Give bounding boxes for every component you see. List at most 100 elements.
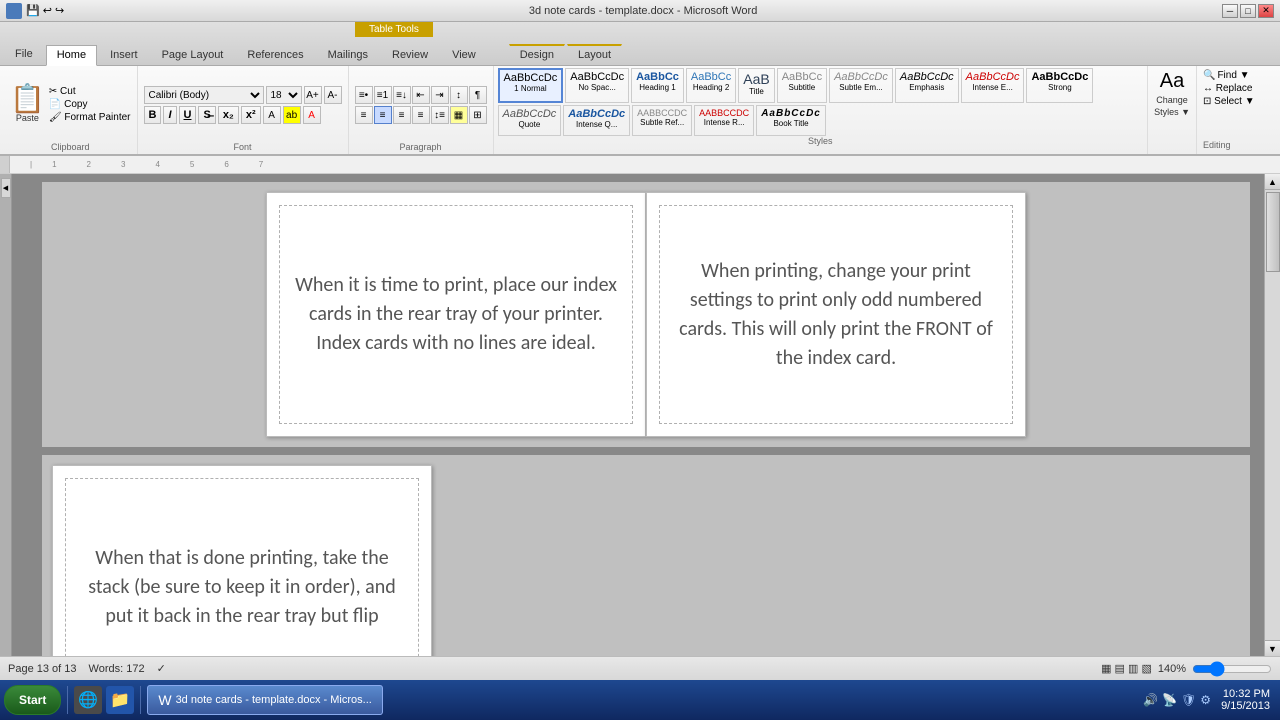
show-formatting-button[interactable]: ¶ xyxy=(469,86,487,104)
word-icon xyxy=(6,3,22,19)
style-intense-r[interactable]: AaBbCcDc Intense R... xyxy=(694,105,754,136)
copy-button[interactable]: 📄 Copy xyxy=(49,99,131,110)
style-heading2[interactable]: AaBbCc Heading 2 xyxy=(686,68,736,103)
title-bar: 💾 ↩ ↪ 3d note cards - template.docx - Mi… xyxy=(0,0,1280,22)
font-grow-button[interactable]: A+ xyxy=(304,86,322,104)
align-right-button[interactable]: ≡ xyxy=(393,106,411,124)
increase-indent-button[interactable]: ⇥ xyxy=(431,86,449,104)
numbering-button[interactable]: ≡1 xyxy=(374,86,392,104)
taskbar-word-item[interactable]: W 3d note cards - template.docx - Micros… xyxy=(147,685,382,715)
index-card-1: When it is time to print, place our inde… xyxy=(266,192,646,437)
status-right: ▦ ▤ ▥ ▧ 140% xyxy=(1101,662,1272,676)
format-painter-button[interactable]: 🖌 Format Painter xyxy=(49,112,131,123)
subscript-button[interactable]: x₂ xyxy=(218,106,239,124)
underline-button[interactable]: U xyxy=(179,106,197,124)
scroll-down-button[interactable]: ▼ xyxy=(1265,640,1280,656)
tray-icon-2[interactable]: 📡 xyxy=(1162,693,1177,707)
font-name-select[interactable]: Calibri (Body) xyxy=(144,86,264,104)
style-emphasis[interactable]: AaBbCcDc Emphasis xyxy=(895,68,959,103)
tab-layout[interactable]: Layout xyxy=(567,44,622,65)
clipboard-label: Clipboard xyxy=(51,142,90,152)
margin-control[interactable]: ◀ xyxy=(1,178,11,198)
taskbar-folder-icon[interactable]: 📁 xyxy=(106,686,134,714)
align-left-button[interactable]: ≡ xyxy=(355,106,373,124)
style-subtle-em[interactable]: AaBbCcDc Subtle Em... xyxy=(829,68,893,103)
font-size-select[interactable]: 18 xyxy=(266,86,302,104)
text-effects-button[interactable]: A xyxy=(263,106,281,124)
select-button[interactable]: ⊡ Select ▼ xyxy=(1203,96,1255,107)
align-center-button[interactable]: ≡ xyxy=(374,106,392,124)
word-count: Words: 172 xyxy=(89,663,145,675)
scroll-thumb[interactable] xyxy=(1266,192,1280,272)
card-4-empty xyxy=(432,465,812,656)
decrease-indent-button[interactable]: ⇤ xyxy=(412,86,430,104)
card-1-text: When it is time to print, place our inde… xyxy=(292,271,620,358)
tab-insert[interactable]: Insert xyxy=(99,45,149,65)
justify-button[interactable]: ≡ xyxy=(412,106,430,124)
style-book-title[interactable]: AaBbCcDc Book Title xyxy=(756,105,826,136)
sort-button[interactable]: ↕ xyxy=(450,86,468,104)
style-normal[interactable]: AaBbCcDc 1 Normal xyxy=(498,68,564,103)
pages-scroll-area[interactable]: When it is time to print, place our inde… xyxy=(12,174,1280,656)
style-strong[interactable]: AaBbCcDc Strong xyxy=(1026,68,1093,103)
tab-page-layout[interactable]: Page Layout xyxy=(151,45,235,65)
tray-icon-3[interactable]: 🛡 xyxy=(1181,693,1196,707)
taskbar-ie-icon[interactable]: 🌐 xyxy=(74,686,102,714)
card-2-text: When printing, change your print setting… xyxy=(672,257,1000,373)
tray-icon-1[interactable]: 🔊 xyxy=(1143,693,1158,707)
tab-view[interactable]: View xyxy=(441,45,487,65)
font-shrink-button[interactable]: A- xyxy=(324,86,342,104)
minimize-btn[interactable]: ─ xyxy=(1222,4,1238,18)
strikethrough-button[interactable]: S̶ xyxy=(198,106,215,124)
tab-review[interactable]: Review xyxy=(381,45,439,65)
tray-icon-4[interactable]: ⚙ xyxy=(1200,693,1211,707)
style-heading1[interactable]: AaBbCc Heading 1 xyxy=(631,68,684,103)
highlight-button[interactable]: ab xyxy=(283,106,301,124)
title-bar-left: 💾 ↩ ↪ xyxy=(6,3,64,19)
change-styles-button[interactable]: Aa Change Styles ▼ xyxy=(1154,70,1190,117)
style-title[interactable]: AaB Title xyxy=(738,68,774,103)
tab-design[interactable]: Design xyxy=(509,44,565,65)
taskbar-divider xyxy=(67,686,68,714)
status-bar: Page 13 of 13 Words: 172 ✓ ▦ ▤ ▥ ▧ 140% xyxy=(0,656,1280,680)
italic-button[interactable]: I xyxy=(163,106,176,124)
taskbar-word-label: 3d note cards - template.docx - Micros..… xyxy=(176,694,372,706)
change-styles-icon: Aa xyxy=(1160,70,1184,93)
style-intense-em[interactable]: AaBbCcDc Intense E... xyxy=(961,68,1025,103)
card-1-inner: When it is time to print, place our inde… xyxy=(279,205,633,424)
font-color-button[interactable]: A xyxy=(303,106,321,124)
style-subtle-ref[interactable]: AaBbCcDc Subtle Ref... xyxy=(632,105,692,136)
bold-button[interactable]: B xyxy=(144,106,162,124)
paste-button[interactable]: 📋 Paste xyxy=(10,85,45,123)
multilevel-button[interactable]: ≡↓ xyxy=(393,86,411,104)
line-spacing-button[interactable]: ↕≡ xyxy=(431,106,449,124)
tab-mailings[interactable]: Mailings xyxy=(317,45,379,65)
tab-file[interactable]: File xyxy=(4,44,44,65)
index-card-2: When printing, change your print setting… xyxy=(646,192,1026,437)
status-left: Page 13 of 13 Words: 172 ✓ xyxy=(8,662,166,675)
paragraph-group: ≡• ≡1 ≡↓ ⇤ ⇥ ↕ ¶ ≡ ≡ ≡ ≡ ↕≡ ▦ ⊞ Paragrap… xyxy=(349,66,494,154)
superscript-button[interactable]: x² xyxy=(241,106,261,124)
replace-button[interactable]: ↔ Replace xyxy=(1203,83,1255,94)
maximize-btn[interactable]: □ xyxy=(1240,4,1256,18)
find-button[interactable]: 🔍 Find ▼ xyxy=(1203,70,1255,81)
tab-references[interactable]: References xyxy=(236,45,314,65)
spell-check-icon: ✓ xyxy=(157,662,166,675)
style-intense-q[interactable]: AaBbCcDc Intense Q... xyxy=(563,105,630,136)
zoom-slider[interactable] xyxy=(1192,662,1272,676)
style-no-spacing[interactable]: AaBbCcDc No Spac... xyxy=(565,68,629,103)
scroll-up-button[interactable]: ▲ xyxy=(1265,174,1280,190)
borders-button[interactable]: ⊞ xyxy=(469,106,487,124)
start-button[interactable]: Start xyxy=(4,685,61,715)
paste-label: Paste xyxy=(16,113,39,123)
clock-date: 9/15/2013 xyxy=(1221,700,1270,712)
style-quote[interactable]: AaBbCcDc Quote xyxy=(498,105,562,136)
style-subtitle[interactable]: AaBbCc Subtitle xyxy=(777,68,827,103)
tab-home[interactable]: Home xyxy=(46,45,97,66)
cut-button[interactable]: ✂ Cut xyxy=(49,86,131,97)
close-btn[interactable]: ✕ xyxy=(1258,4,1274,18)
table-tools-label: Table Tools xyxy=(355,22,433,37)
bullets-button[interactable]: ≡• xyxy=(355,86,373,104)
shading-button[interactable]: ▦ xyxy=(450,106,468,124)
system-tray: 🔊 📡 🛡 ⚙ xyxy=(1143,693,1211,707)
